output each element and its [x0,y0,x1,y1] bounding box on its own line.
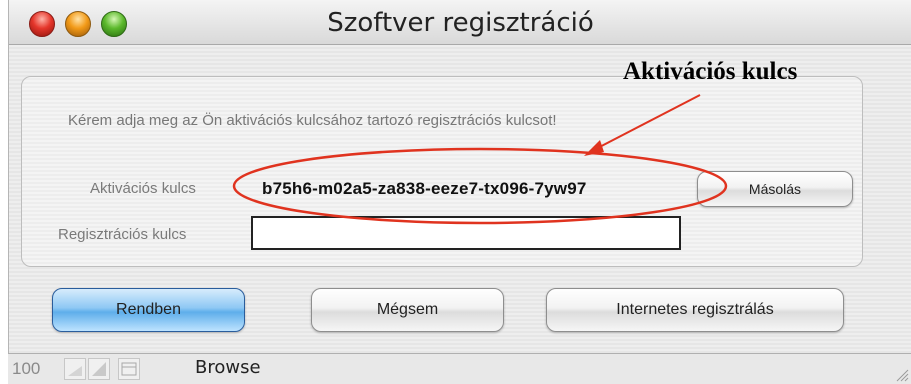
zoom-level[interactable]: 100 [12,359,40,379]
mode-indicator[interactable]: Browse [195,357,261,378]
zoom-in-icon[interactable] [88,358,110,380]
activation-key-label: Aktivációs kulcs [90,180,196,197]
window-title: Szoftver regisztráció [327,8,594,38]
zoom-out-icon[interactable] [64,358,86,380]
registration-key-input[interactable] [251,216,681,250]
title-bar[interactable]: Szoftver regisztráció [9,0,911,45]
cancel-button[interactable]: Mégsem [311,288,504,332]
registration-key-label: Regisztrációs kulcs [58,226,187,243]
instruction-text: Kérem adja meg az Ön aktivációs kulcsáho… [68,112,557,129]
copy-button[interactable]: Másolás [697,171,853,207]
activation-key-value: b75h6-m02a5-za838-eeze7-tx096-7yw97 [262,179,587,198]
annotation-label: Aktivációs kulcs [623,58,798,85]
resize-grip-icon[interactable] [893,366,909,382]
ok-button[interactable]: Rendben [52,288,245,332]
toggle-status-area-icon[interactable] [118,358,140,380]
status-bar: 100 Browse [8,353,911,384]
internet-registration-button[interactable]: Internetes regisztrálás [546,288,844,332]
